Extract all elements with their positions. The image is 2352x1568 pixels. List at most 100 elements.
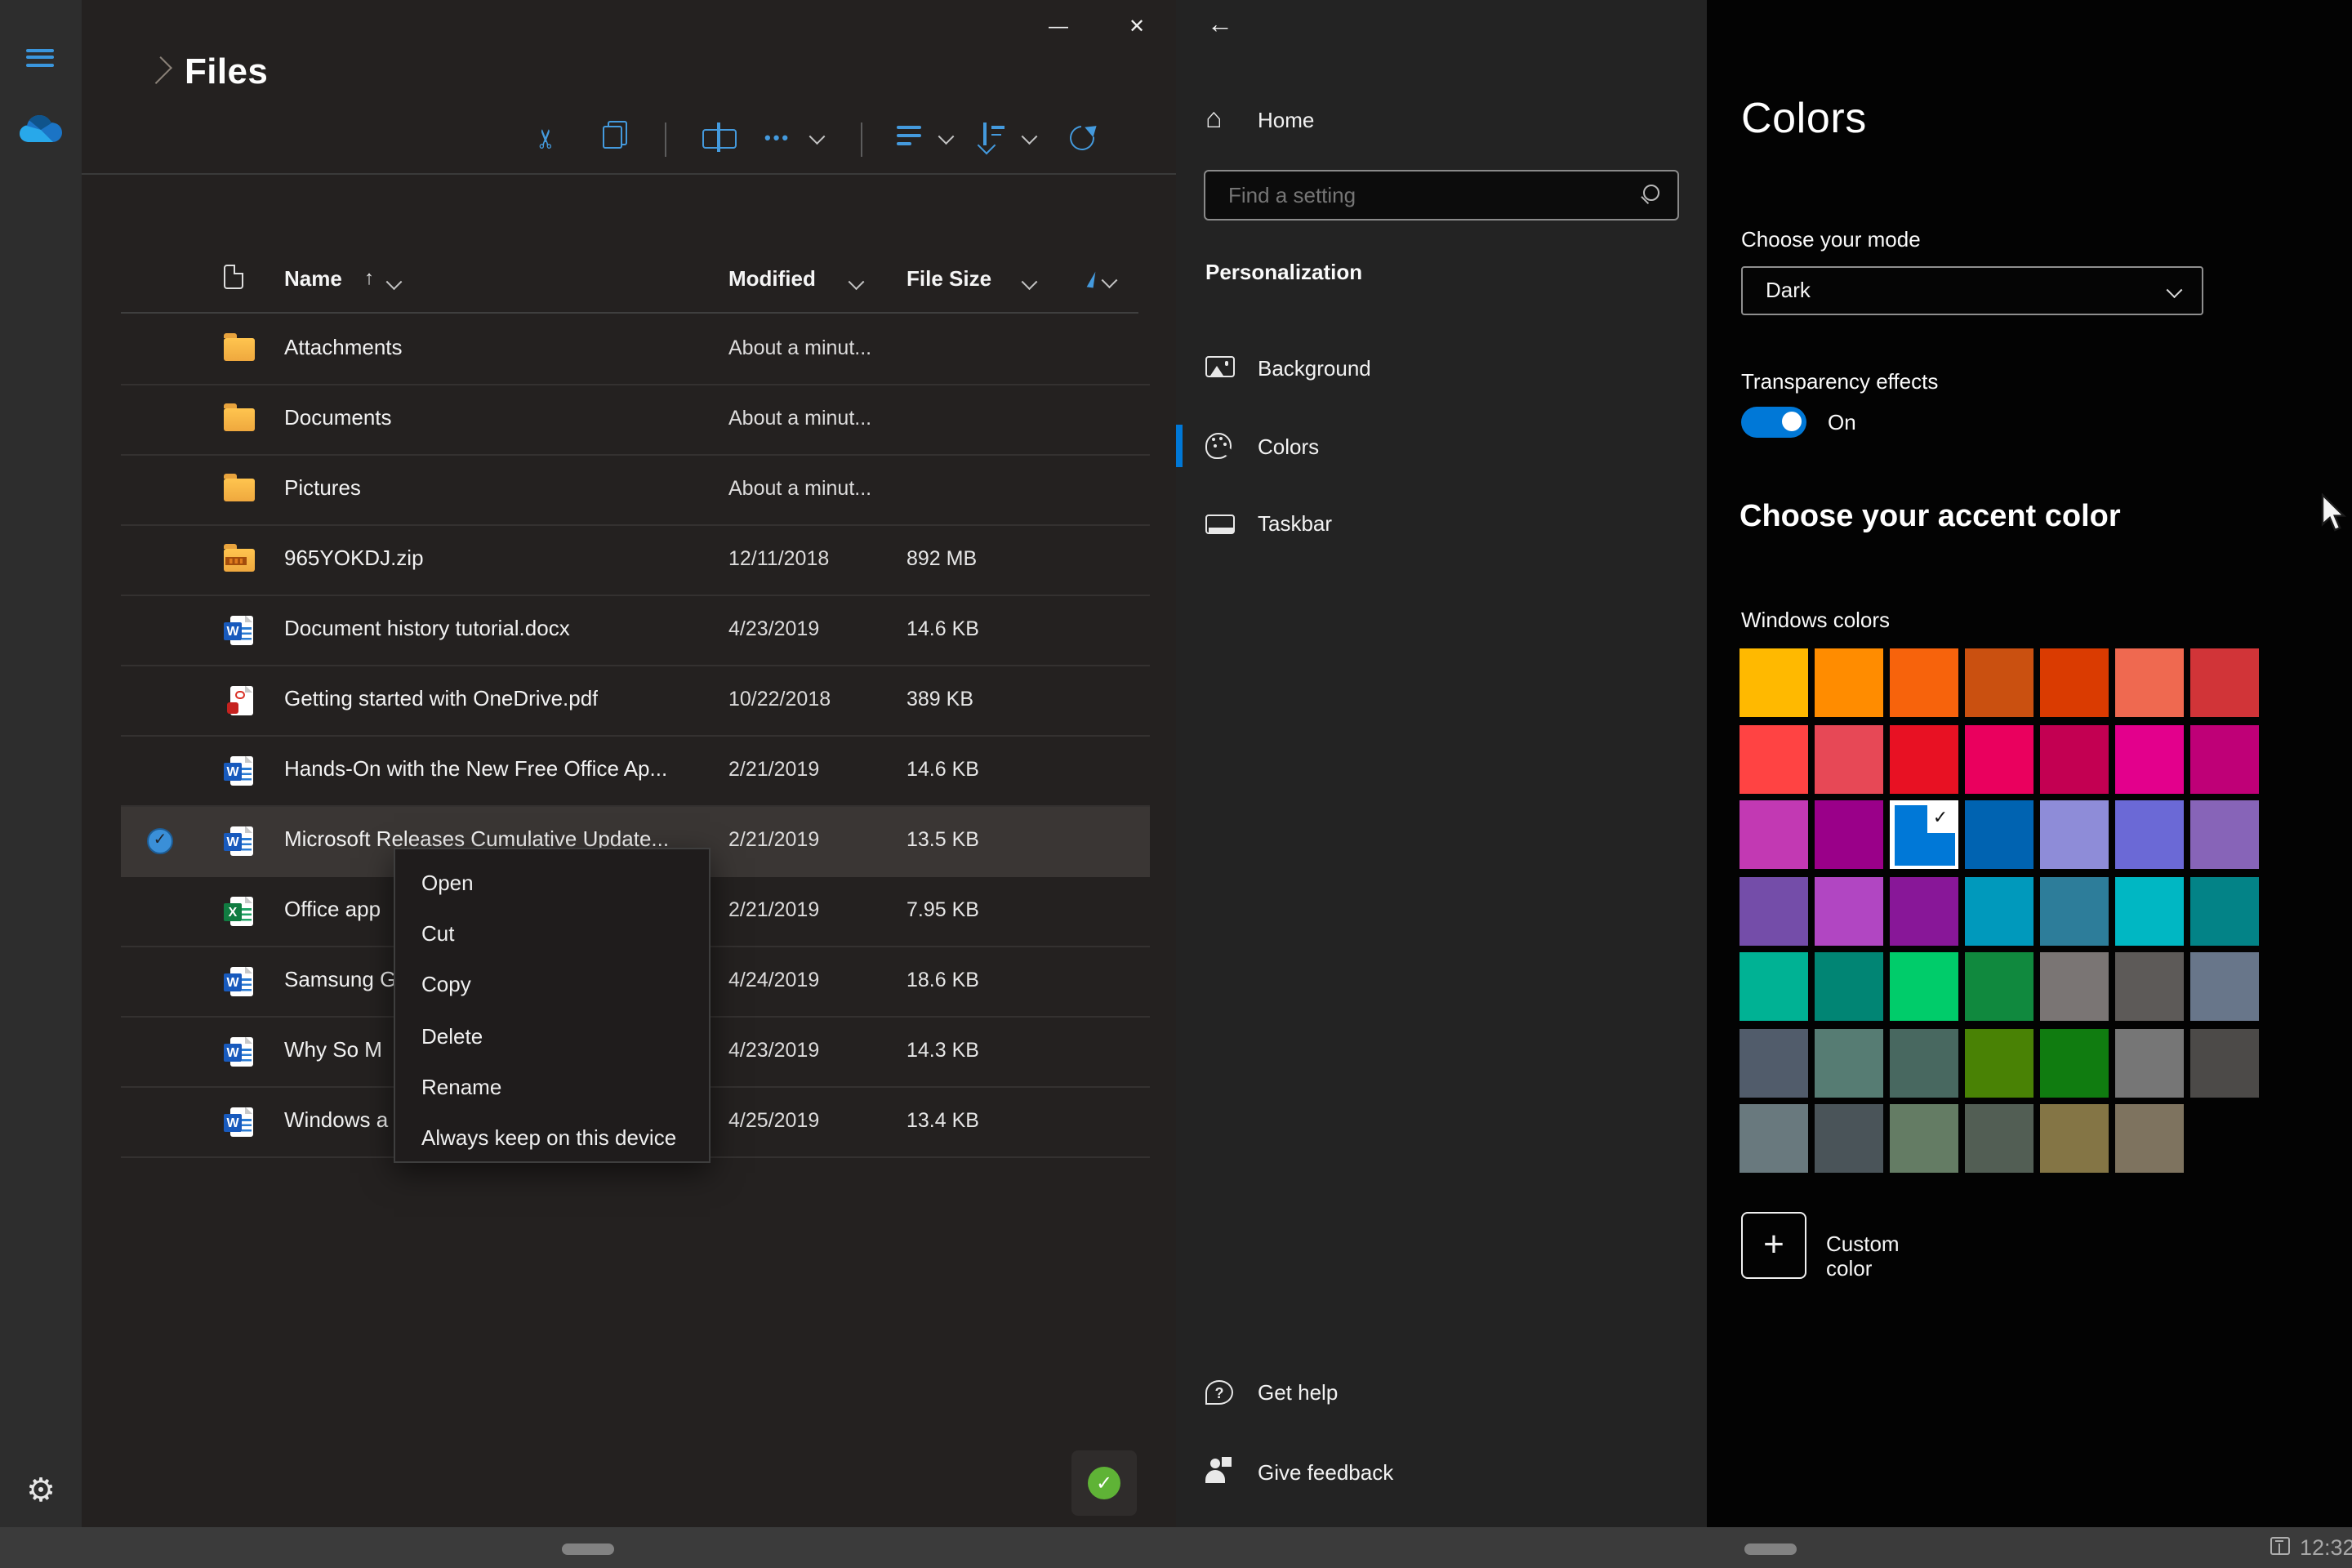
context-menu-item[interactable]: Delete bbox=[395, 1010, 709, 1061]
search-icon[interactable] bbox=[1640, 185, 1663, 207]
accent-swatch[interactable] bbox=[1815, 724, 1883, 793]
accent-swatch[interactable] bbox=[1815, 648, 1883, 717]
mode-dropdown[interactable]: Dark bbox=[1741, 266, 2203, 315]
search-box[interactable] bbox=[1204, 170, 1679, 220]
context-menu-item[interactable]: Always keep on this device bbox=[395, 1112, 709, 1163]
more-ellipsis-icon[interactable]: ••• bbox=[764, 121, 791, 157]
accent-swatch[interactable] bbox=[1740, 648, 1808, 717]
transparency-toggle[interactable] bbox=[1741, 407, 1806, 437]
view-options-icon[interactable] bbox=[897, 121, 921, 157]
accent-swatch[interactable] bbox=[1965, 1104, 2034, 1173]
filesize-column-chevron-icon[interactable] bbox=[1022, 274, 1037, 289]
context-menu-item[interactable]: Open bbox=[395, 858, 709, 908]
context-menu-item[interactable]: Copy bbox=[395, 960, 709, 1010]
file-type-column-icon[interactable] bbox=[224, 265, 243, 289]
custom-color-button[interactable]: + bbox=[1741, 1212, 1806, 1279]
name-column-chevron-icon[interactable] bbox=[386, 274, 402, 289]
accent-swatch[interactable] bbox=[1740, 724, 1808, 793]
table-row[interactable]: W Document history tutorial.docx 4/23/2019… bbox=[121, 595, 1150, 666]
accent-swatch[interactable] bbox=[1965, 724, 2034, 793]
accent-swatch[interactable] bbox=[1815, 952, 1883, 1021]
context-menu-item[interactable]: Cut bbox=[395, 908, 709, 959]
file-name[interactable]: Microsoft Releases Cumulative Update... bbox=[284, 826, 669, 850]
accent-swatch[interactable] bbox=[1740, 1104, 1808, 1173]
accent-swatch[interactable] bbox=[2190, 648, 2259, 717]
accent-swatch[interactable] bbox=[2040, 724, 2109, 793]
accent-swatch[interactable] bbox=[1890, 1104, 1958, 1173]
accent-swatch[interactable] bbox=[2115, 876, 2184, 945]
refresh-icon[interactable] bbox=[1070, 126, 1096, 152]
accent-swatch-selected[interactable]: ✓ bbox=[1890, 800, 1958, 869]
accent-swatch[interactable] bbox=[1890, 724, 1958, 793]
truncated-column-chevron-icon[interactable] bbox=[1102, 272, 1117, 287]
file-name[interactable]: Windows a bbox=[284, 1107, 388, 1131]
table-row[interactable]: Attachments About a minut... bbox=[121, 314, 1150, 385]
accent-swatch[interactable] bbox=[2040, 876, 2109, 945]
file-name[interactable]: Document history tutorial.docx bbox=[284, 615, 570, 639]
column-header-filesize[interactable]: File Size bbox=[906, 266, 991, 291]
accent-swatch[interactable] bbox=[1890, 952, 1958, 1021]
file-name[interactable]: 965YOKDJ.zip bbox=[284, 545, 424, 569]
copy-icon[interactable] bbox=[603, 121, 627, 149]
accent-swatch[interactable] bbox=[2190, 800, 2259, 869]
column-header-name[interactable]: Name bbox=[284, 266, 342, 291]
accent-swatch[interactable] bbox=[2190, 724, 2259, 793]
accent-swatch[interactable] bbox=[2040, 648, 2109, 717]
file-name[interactable]: Why So M bbox=[284, 1036, 382, 1061]
table-row[interactable]: Documents About a minut... bbox=[121, 385, 1150, 455]
accent-swatch[interactable] bbox=[2115, 952, 2184, 1021]
accent-swatch[interactable] bbox=[2115, 1028, 2184, 1097]
system-clock[interactable]: 12:32 bbox=[2300, 1535, 2352, 1559]
back-icon[interactable]: ← bbox=[1200, 8, 1240, 44]
accent-swatch[interactable] bbox=[1740, 952, 1808, 1021]
menu-icon[interactable] bbox=[26, 49, 54, 67]
cut-icon[interactable]: ✂ bbox=[530, 128, 566, 150]
accent-swatch[interactable] bbox=[1740, 876, 1808, 945]
file-name[interactable]: Hands-On with the New Free Office Ap... bbox=[284, 755, 667, 780]
search-input[interactable] bbox=[1225, 175, 1617, 216]
file-name[interactable]: Office app bbox=[284, 896, 381, 920]
accent-swatch[interactable] bbox=[2190, 876, 2259, 945]
accent-swatch[interactable] bbox=[2040, 1028, 2109, 1097]
accent-swatch[interactable] bbox=[1965, 952, 2034, 1021]
accent-swatch[interactable] bbox=[2040, 800, 2109, 869]
accent-swatch[interactable] bbox=[1815, 800, 1883, 869]
onedrive-cloud-icon[interactable] bbox=[18, 113, 64, 144]
accent-swatch[interactable] bbox=[1815, 1104, 1883, 1173]
accent-swatch[interactable] bbox=[1965, 1028, 2034, 1097]
table-row[interactable]: Pictures About a minut... bbox=[121, 455, 1150, 525]
file-name[interactable]: Samsung G bbox=[284, 966, 396, 991]
table-row[interactable]: Getting started with OneDrive.pdf 10/22/2… bbox=[121, 666, 1150, 736]
accent-swatch[interactable] bbox=[2115, 1104, 2184, 1173]
accent-swatch[interactable] bbox=[2190, 952, 2259, 1021]
accent-swatch[interactable] bbox=[2040, 1104, 2109, 1173]
file-name[interactable]: Getting started with OneDrive.pdf bbox=[284, 685, 598, 710]
accent-swatch[interactable] bbox=[2040, 952, 2109, 1021]
accent-swatch[interactable] bbox=[1815, 876, 1883, 945]
files-minimize-button[interactable]: — bbox=[1034, 8, 1083, 44]
file-name[interactable]: Documents bbox=[284, 404, 392, 429]
accent-swatch[interactable] bbox=[1965, 876, 2034, 945]
accent-swatch[interactable] bbox=[1965, 800, 2034, 869]
table-row[interactable]: W Hands-On with the New Free Office Ap...… bbox=[121, 736, 1150, 806]
accent-swatch[interactable] bbox=[1965, 648, 2034, 717]
sort-order-icon[interactable] bbox=[978, 121, 1004, 150]
accent-swatch[interactable] bbox=[1740, 1028, 1808, 1097]
docked-device-icon[interactable] bbox=[2270, 1536, 2290, 1554]
accent-swatch[interactable] bbox=[1890, 648, 1958, 717]
accent-swatch[interactable] bbox=[2115, 648, 2184, 717]
accent-swatch[interactable] bbox=[1890, 1028, 1958, 1097]
settings-gear-icon[interactable]: ⚙ bbox=[21, 1472, 60, 1511]
files-close-button[interactable]: ✕ bbox=[1112, 8, 1161, 44]
accent-swatch[interactable] bbox=[2115, 800, 2184, 869]
window-drag-handle[interactable] bbox=[562, 1543, 614, 1554]
window-drag-handle[interactable] bbox=[1744, 1543, 1797, 1554]
context-menu-item[interactable]: Rename bbox=[395, 1062, 709, 1112]
accent-swatch[interactable] bbox=[1815, 1028, 1883, 1097]
column-header-modified[interactable]: Modified bbox=[728, 266, 816, 291]
accent-swatch[interactable] bbox=[1740, 800, 1808, 869]
rename-icon[interactable] bbox=[702, 121, 737, 154]
file-name[interactable]: Attachments bbox=[284, 334, 403, 359]
modified-column-chevron-icon[interactable] bbox=[849, 274, 864, 289]
table-row[interactable]: 965YOKDJ.zip 12/11/2018 892 MB bbox=[121, 525, 1150, 595]
